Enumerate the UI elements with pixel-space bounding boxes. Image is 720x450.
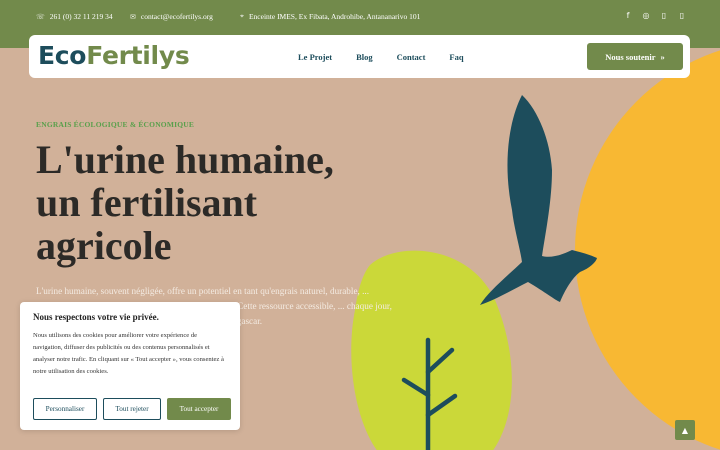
tree-branch-shape bbox=[401, 337, 458, 450]
cookie-text: Nous utilisons des cookies pour améliore… bbox=[33, 332, 224, 375]
yellow-sun-shape bbox=[575, 50, 720, 450]
logo-eco: Eco bbox=[38, 41, 87, 70]
hero-kicker: ENGRAIS ÉCOLOGIQUE & ÉCONOMIQUE bbox=[36, 120, 195, 129]
logo-fertilys: Fertilys bbox=[86, 41, 190, 70]
nav-menu: Le Projet Blog Contact Faq bbox=[298, 52, 464, 62]
accept-all-button[interactable]: Tout accepter bbox=[167, 398, 231, 420]
hero-title-line1: L'urine humaine, bbox=[36, 137, 334, 182]
arrow-up-icon: ▲ bbox=[681, 425, 689, 435]
double-chevron-right-icon: » bbox=[660, 51, 665, 62]
address-text: Enceinte IMES, Ex Fibata, Androhibe, Ant… bbox=[248, 12, 421, 21]
nav-item-contact[interactable]: Contact bbox=[397, 52, 426, 62]
instagram-icon[interactable]: ◎ bbox=[642, 11, 650, 20]
youtube-icon[interactable]: ▯ bbox=[678, 11, 686, 20]
hero-title: L'urine humaine, un fertilisant agricole bbox=[36, 138, 396, 267]
location-icon: ⌖ bbox=[240, 12, 244, 20]
customize-button[interactable]: Personnaliser bbox=[33, 398, 97, 420]
email-text: contact@ecofertilys.org bbox=[140, 12, 213, 21]
reject-all-button[interactable]: Tout rejeter bbox=[103, 398, 161, 420]
nav-item-le-projet[interactable]: Le Projet bbox=[298, 52, 332, 62]
phone-info[interactable]: ☏ 261 (0) 32 11 219 34 bbox=[36, 12, 113, 21]
logo[interactable]: EcoFertilys bbox=[38, 41, 190, 71]
address-info: ⌖ Enceinte IMES, Ex Fibata, Androhibe, A… bbox=[240, 12, 420, 21]
nav-item-blog[interactable]: Blog bbox=[356, 52, 373, 62]
support-button[interactable]: Nous soutenir » bbox=[587, 43, 683, 70]
hero-title-line2: un fertilisant bbox=[36, 180, 258, 225]
social-links: f ◎ ▯ ▯ bbox=[624, 11, 686, 20]
cookie-banner: Nous respectons votre vie privée. Nous u… bbox=[20, 302, 240, 430]
facebook-icon[interactable]: f bbox=[624, 11, 632, 20]
scroll-to-top-button[interactable]: ▲ bbox=[675, 420, 695, 440]
cookie-title: Nous respectons votre vie privée. bbox=[33, 312, 159, 322]
lime-bush-shape bbox=[351, 250, 512, 450]
phone-text: 261 (0) 32 11 219 34 bbox=[49, 12, 113, 21]
cookie-actions: Personnaliser Tout rejeter Tout accepter bbox=[33, 398, 231, 420]
bird-shape bbox=[480, 95, 597, 305]
email-info[interactable]: ✉ contact@ecofertilys.org bbox=[130, 12, 213, 21]
hero-title-line3: agricole bbox=[36, 223, 172, 268]
mail-icon: ✉ bbox=[130, 12, 136, 21]
linkedin-icon[interactable]: ▯ bbox=[660, 11, 668, 20]
main-nav: EcoFertilys Le Projet Blog Contact Faq N… bbox=[29, 35, 690, 78]
phone-icon: ☏ bbox=[36, 12, 45, 21]
nav-item-faq[interactable]: Faq bbox=[449, 52, 463, 62]
support-label: Nous soutenir bbox=[605, 51, 656, 62]
